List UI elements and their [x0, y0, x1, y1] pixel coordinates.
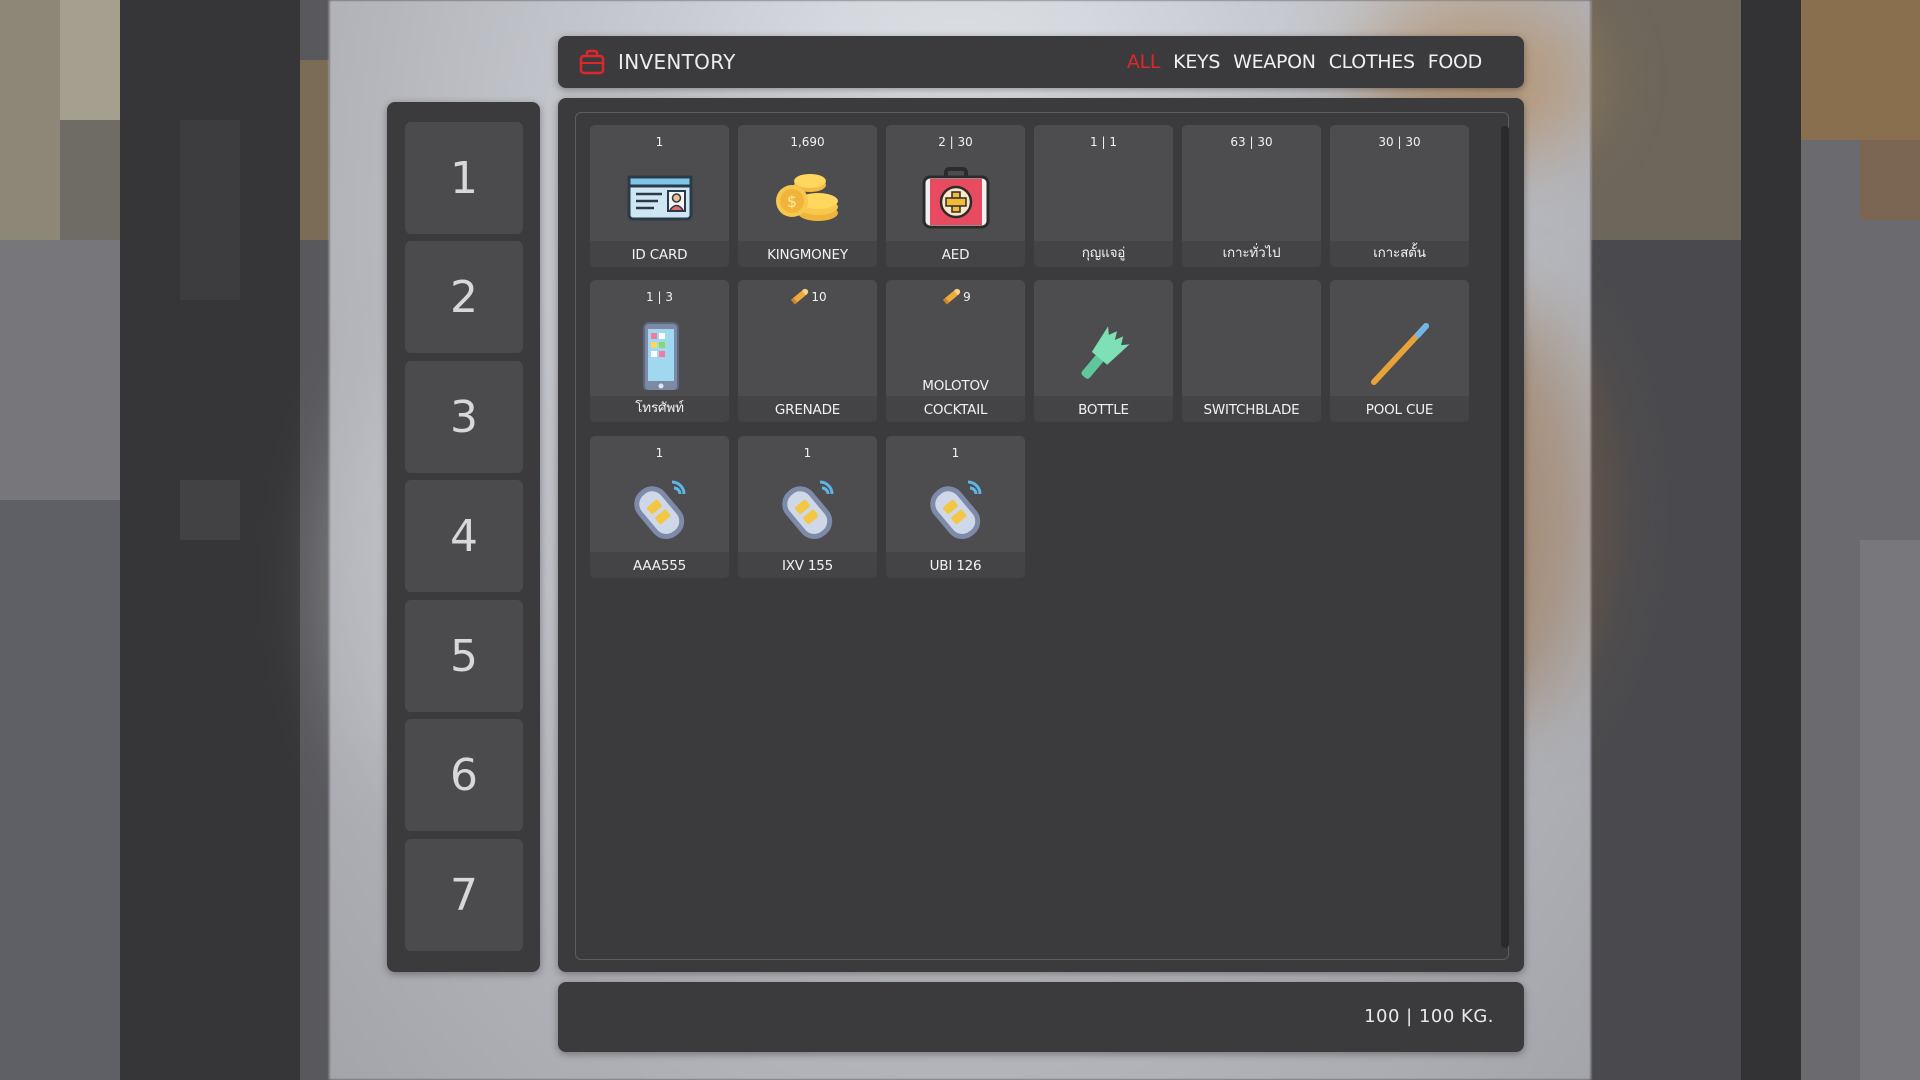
item-count: 1,690	[790, 135, 825, 149]
item-label: AED	[941, 247, 970, 263]
broken-bottle-icon	[1081, 326, 1130, 379]
car-key-icon	[782, 480, 834, 539]
tab-weapon[interactable]: WEAPON	[1233, 51, 1316, 73]
item-count: 30 | 30	[1378, 135, 1421, 149]
category-tabs: ALL KEYS WEAPON CLOTHES FOOD	[1127, 36, 1482, 88]
item-count: 1 | 1	[1090, 135, 1117, 149]
item-slot-switchblade[interactable]: SWITCHBLADE	[1182, 280, 1321, 422]
item-label: เกาะสตั้น	[1373, 245, 1426, 261]
item-label: COCKTAIL	[923, 402, 988, 418]
item-count: 10	[811, 290, 827, 304]
inventory-header: INVENTORY ALL KEYS WEAPON CLOTHES FOOD	[558, 36, 1524, 88]
hotbar-slot-2[interactable]: 2	[405, 241, 523, 353]
item-label: AAA555	[632, 558, 687, 574]
first-aid-kit-icon	[922, 167, 990, 229]
weight-readout: 100 | 100 KG.	[1364, 1006, 1494, 1027]
item-slot-kingmoney[interactable]: 1,690 $ KINGMONEY	[738, 125, 877, 267]
item-slot-bottle[interactable]: BOTTLE	[1034, 280, 1173, 422]
item-label: กุญแจอู่	[1081, 245, 1126, 261]
hotbar-slot-5[interactable]: 5	[405, 600, 523, 712]
item-label: ID CARD	[631, 247, 688, 263]
item-count: 63 | 30	[1230, 135, 1273, 149]
item-count: 9	[963, 290, 971, 304]
item-slot-id-card[interactable]: 1 ID CARD	[590, 125, 729, 267]
item-slot-garage-key[interactable]: 1 | 1 กุญแจอู่	[1034, 125, 1173, 267]
item-slot-grenade[interactable]: 10 GRENADE	[738, 280, 877, 422]
item-label: UBI 126	[929, 558, 982, 574]
car-key-icon	[634, 480, 686, 539]
item-label: KINGMONEY	[767, 247, 848, 263]
item-slot-molotov[interactable]: 9 MOLOTOV COCKTAIL	[886, 280, 1025, 422]
inventory-panel: 1 ID CARD 1,690 $ KINGMONEY 2 | 30 AED 1…	[558, 98, 1524, 972]
item-label: โทรศัพท์	[635, 400, 684, 416]
inventory-title: INVENTORY	[618, 50, 736, 74]
tab-food[interactable]: FOOD	[1428, 51, 1483, 73]
weight-bar: 100 | 100 KG.	[558, 982, 1524, 1052]
item-count: 2 | 30	[938, 135, 973, 149]
item-slot-phone[interactable]: 1 | 3 โทรศัพท์	[590, 280, 729, 422]
pool-cue-icon	[1371, 323, 1429, 385]
item-slot-car-key-ubi126[interactable]: 1 UBI 126	[886, 436, 1025, 578]
hotbar-slot-7[interactable]: 7	[405, 839, 523, 951]
svg-text:$: $	[787, 192, 797, 211]
coins-icon: $	[776, 174, 838, 221]
ammo-icon	[791, 288, 809, 305]
item-label-top: MOLOTOV	[922, 378, 989, 394]
item-slot-armor-general[interactable]: 63 | 30 เกาะทั่วไป	[1182, 125, 1321, 267]
item-slot-aed[interactable]: 2 | 30 AED	[886, 125, 1025, 267]
item-slot-car-key-ixv155[interactable]: 1 IXV 155	[738, 436, 877, 578]
grid-scrollbar[interactable]	[1501, 126, 1509, 948]
item-label: GRENADE	[774, 402, 841, 418]
hotbar-slot-4[interactable]: 4	[405, 480, 523, 592]
hotbar: 1 2 3 4 5 6 7	[387, 102, 540, 972]
ammo-icon	[943, 288, 961, 305]
item-count: 1	[655, 135, 664, 149]
tab-clothes[interactable]: CLOTHES	[1329, 51, 1415, 73]
tab-all[interactable]: ALL	[1127, 51, 1161, 73]
item-slot-pool-cue[interactable]: POOL CUE	[1330, 280, 1469, 422]
item-label: เกาะทั่วไป	[1222, 245, 1281, 261]
item-count: 1	[655, 446, 664, 460]
item-count: 1 | 3	[646, 290, 673, 304]
hotbar-slot-1[interactable]: 1	[405, 122, 523, 234]
item-slot-car-key-aaa555[interactable]: 1 AAA555	[590, 436, 729, 578]
tab-keys[interactable]: KEYS	[1173, 51, 1220, 73]
scroll-thumb[interactable]	[1501, 126, 1509, 948]
phone-icon	[643, 322, 679, 390]
item-label: POOL CUE	[1365, 402, 1434, 418]
item-grid: 1 ID CARD 1,690 $ KINGMONEY 2 | 30 AED 1…	[575, 112, 1509, 960]
item-label: SWITCHBLADE	[1203, 402, 1300, 418]
bag-icon	[579, 49, 605, 75]
item-slot-armor-stun[interactable]: 30 | 30 เกาะสตั้น	[1330, 125, 1469, 267]
item-label: IXV 155	[781, 558, 834, 574]
item-label: BOTTLE	[1078, 402, 1129, 418]
item-count: 1	[951, 446, 960, 460]
id-card-icon	[627, 175, 693, 221]
hotbar-slot-3[interactable]: 3	[405, 361, 523, 473]
item-count: 1	[803, 446, 812, 460]
hotbar-slot-6[interactable]: 6	[405, 719, 523, 831]
car-key-icon	[930, 480, 982, 539]
